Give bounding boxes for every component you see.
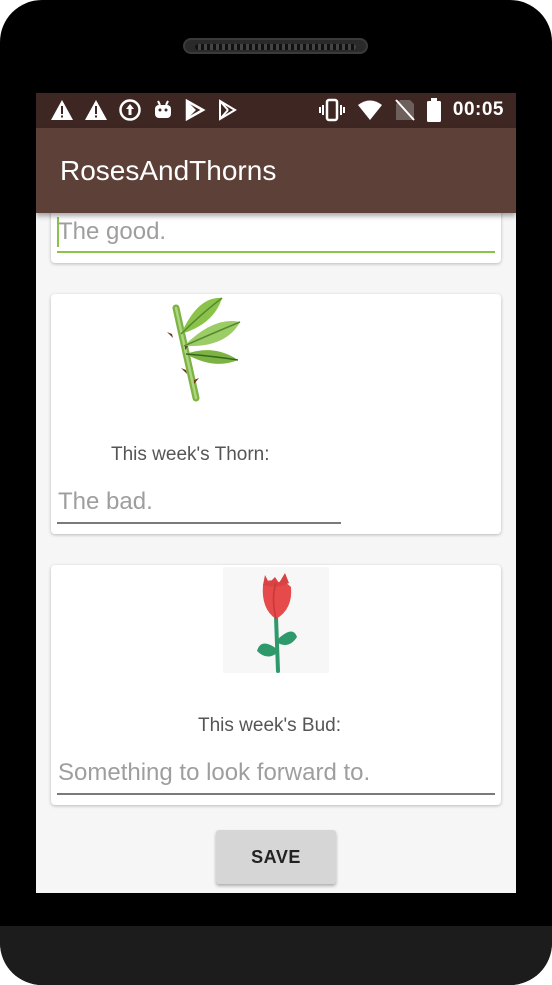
status-bar: 00:05 xyxy=(36,93,516,128)
thorn-card: This week's Thorn: The bad. xyxy=(51,294,501,534)
bud-input-underline xyxy=(57,793,495,795)
bud-input[interactable]: Something to look forward to. xyxy=(58,759,370,787)
android-icon xyxy=(155,100,171,118)
thorn-branch-image xyxy=(167,297,241,402)
thorn-input[interactable]: The bad. xyxy=(58,488,153,516)
rose-input-underline xyxy=(57,251,495,253)
thorn-label: This week's Thorn: xyxy=(111,444,270,465)
app-title: RosesAndThorns xyxy=(60,155,277,186)
sync-icon xyxy=(119,99,141,121)
wifi-icon xyxy=(357,100,382,120)
battery-icon xyxy=(426,98,441,122)
bud-label: This week's Bud: xyxy=(198,715,342,736)
play-store-icon xyxy=(185,99,206,121)
app-bar: RosesAndThorns xyxy=(36,128,516,213)
thorn-input-underline xyxy=(57,522,341,524)
rosebud-image xyxy=(223,567,329,673)
vibrate-icon xyxy=(318,98,345,122)
no-sim-icon xyxy=(395,99,415,121)
phone-frame: 00:05 RosesAndThorns The good. This week… xyxy=(0,0,552,985)
save-button[interactable]: SAVE xyxy=(216,830,336,884)
warning-icon xyxy=(85,100,107,120)
status-time: 00:05 xyxy=(452,99,504,120)
play-store-icon xyxy=(219,99,237,121)
rose-input[interactable]: The good. xyxy=(58,218,166,246)
earpiece-speaker xyxy=(183,38,368,54)
phone-chin xyxy=(0,926,552,985)
bud-card: This week's Bud: Something to look forwa… xyxy=(51,565,501,805)
app-screen: 00:05 RosesAndThorns The good. This week… xyxy=(36,93,516,893)
warning-icon xyxy=(51,100,73,120)
